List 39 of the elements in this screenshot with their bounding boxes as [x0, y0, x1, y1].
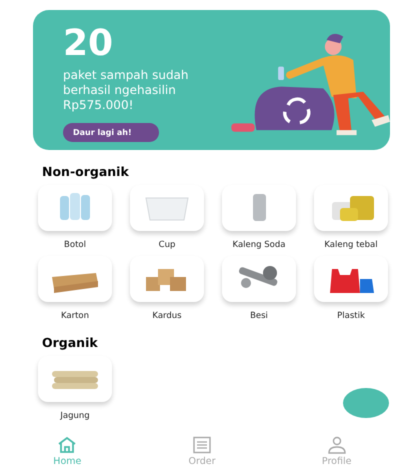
banner-message: paket sampah sudah berhasil ngehasilin Rp575.000!: [63, 68, 190, 113]
plastic-bags-drawing: [330, 269, 374, 293]
nav-tab[interactable]: Home: [0, 436, 135, 467]
section-heading: Organik: [42, 335, 99, 350]
category-tile[interactable]: [38, 356, 112, 402]
cups-drawing: [145, 198, 189, 220]
tins-drawing: [332, 196, 374, 221]
category-tile[interactable]: [38, 256, 112, 302]
category-tile[interactable]: [314, 256, 388, 302]
list-icon: [192, 436, 212, 454]
corn-drawing: [52, 371, 98, 389]
category-label: Plastik: [337, 311, 365, 321]
category-label: Cup: [158, 240, 176, 250]
section-heading: Non-organik: [42, 164, 130, 179]
home-icon: [57, 436, 78, 454]
category-tile[interactable]: [314, 185, 388, 231]
category-label: Kaleng tebal: [324, 240, 378, 250]
category-label: Botol: [64, 240, 86, 250]
nav-tab[interactable]: Profile: [269, 436, 404, 467]
category-tile[interactable]: [130, 185, 204, 231]
category-tile[interactable]: [222, 256, 296, 302]
boxes-drawing: [146, 269, 186, 291]
floating-action-button[interactable]: [343, 388, 389, 418]
bottles-drawing: [60, 193, 90, 220]
category-label: Kaleng Soda: [232, 240, 286, 250]
category-label: Besi: [250, 311, 268, 321]
category-tile[interactable]: [222, 185, 296, 231]
category-tile[interactable]: [38, 185, 112, 231]
profile-icon: [326, 436, 347, 454]
category-tile[interactable]: [130, 256, 204, 302]
trays-drawing: [52, 273, 98, 293]
nav-tab[interactable]: Order: [134, 436, 270, 467]
package-count: 20: [63, 24, 114, 64]
category-label: Kardus: [152, 311, 182, 321]
bolts-drawing: [238, 266, 278, 288]
category-label: Karton: [60, 311, 90, 321]
can-drawing: [253, 194, 266, 221]
category-label: Jagung: [60, 411, 90, 421]
recycle-button[interactable]: Daur lagi ah!: [63, 123, 159, 142]
